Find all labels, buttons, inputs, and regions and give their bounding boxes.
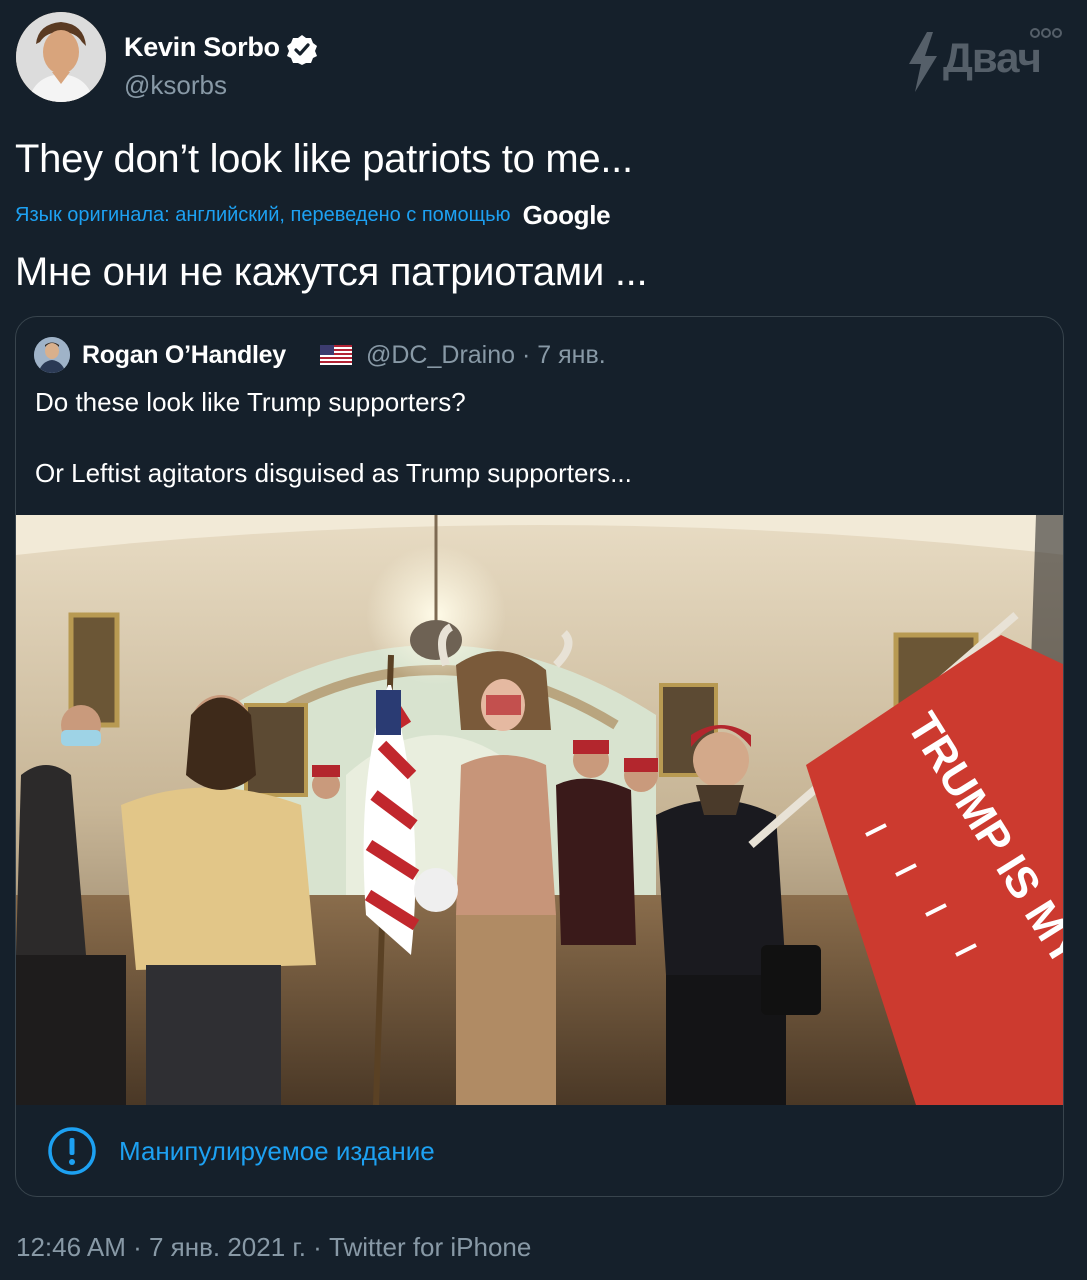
translation-note[interactable]: Язык оригинала: английский, переведено с… [15,204,511,227]
quoted-text-line2: Or Leftist agitators disguised as Trump … [35,458,632,488]
quoted-author-avatar[interactable] [34,337,70,373]
quoted-photo[interactable]: TRUMP IS MY PRESIDENT [16,515,1063,1196]
author-avatar[interactable] [16,12,106,102]
tweet-text: They don’t look like patriots to me... [15,137,633,181]
exclamation-circle-icon [48,1127,96,1175]
lightning-bolt-icon [909,32,937,92]
author-handle[interactable]: @ksorbs [124,70,227,101]
tweet-header: Kevin Sorbo @ksorbs Двач [16,12,1071,104]
manipulated-media-notice[interactable]: Манипулируемое издание [16,1105,1063,1196]
quoted-handle-date[interactable]: @DC_Draino · 7 янв. [366,341,606,370]
quoted-author-name[interactable]: Rogan O’Handley [82,341,286,370]
quoted-tweet[interactable]: Rogan O’Handley @DC_Draino · 7 янв. Do t… [15,316,1064,1197]
translated-text: Мне они не кажутся патриотами ... [15,250,648,294]
verified-badge-icon [287,35,317,65]
watermark-dots-icon [1030,28,1062,38]
us-flag-icon [320,345,352,365]
watermark-text: Двач [943,34,1042,81]
manipulated-media-label[interactable]: Манипулируемое издание [119,1136,435,1167]
tweet-timestamp[interactable]: 12:46 AM · 7 янв. 2021 г. · Twitter for … [16,1232,531,1263]
author-name[interactable]: Kevin Sorbo [124,32,280,63]
google-logo: Google [522,199,611,230]
translation-row: Язык оригинала: английский, переведено с… [15,199,611,230]
quoted-text-line1: Do these look like Trump supporters? [35,387,466,417]
watermark: Двач [905,26,1065,96]
